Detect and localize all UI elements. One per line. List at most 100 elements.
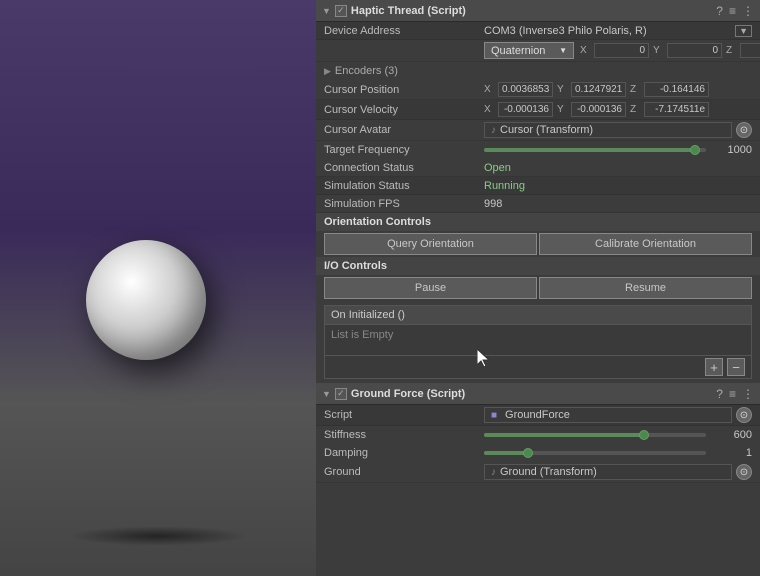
cursor-avatar-select-btn[interactable]: ⊙ (736, 122, 752, 138)
y-label: Y (653, 45, 663, 56)
script-select-btn[interactable]: ⊙ (736, 407, 752, 423)
ground-help-icon[interactable]: ? (716, 387, 723, 401)
device-address-label: Device Address (324, 25, 484, 37)
target-frequency-label: Target Frequency (324, 144, 484, 156)
haptic-collapse-arrow[interactable]: ▼ (322, 6, 331, 16)
vec-z-value[interactable]: 0 (740, 43, 760, 58)
ground-enabled-checkbox[interactable]: ✓ (335, 388, 347, 400)
stiffness-row: Stiffness 600 (316, 426, 760, 444)
stiffness-thumb[interactable] (639, 430, 649, 440)
haptic-more-icon[interactable]: ⋮ (742, 4, 754, 18)
cursor-vel-y[interactable]: -0.000136 (571, 102, 626, 117)
on-initialized-header: On Initialized () (325, 306, 751, 325)
script-value-text: GroundForce (505, 409, 570, 421)
encoders-label: Encoders (3) (335, 65, 398, 77)
connection-status-row: Connection Status Open (316, 159, 760, 177)
damping-row: Damping 1 (316, 444, 760, 462)
cursor-avatar-icon: ♪ (491, 125, 496, 136)
list-empty-label: List is Empty (331, 329, 393, 341)
cursor-velocity-row: Cursor Velocity X -0.000136 Y -0.000136 … (316, 100, 760, 120)
ground-settings-icon[interactable]: ≡ (729, 387, 736, 401)
encoders-arrow[interactable]: ▶ (324, 66, 331, 77)
stiffness-slider[interactable] (484, 433, 706, 437)
damping-fill (484, 451, 528, 455)
cursor-avatar-row: Cursor Avatar ♪ Cursor (Transform) ⊙ (316, 120, 760, 141)
ground-row: Ground ♪ Ground (Transform) ⊙ (316, 462, 760, 483)
sphere-shadow (68, 526, 248, 546)
cursor-position-fields: X 0.0036853 Y 0.1247921 Z -0.164146 (484, 82, 752, 97)
damping-value: 1 (712, 447, 752, 459)
pause-button[interactable]: Pause (324, 277, 537, 299)
ground-component-title: Ground Force (Script) (351, 388, 716, 400)
on-initialized-footer: + − (325, 355, 751, 378)
cursor-position-row: Cursor Position X 0.0036853 Y 0.1247921 … (316, 80, 760, 100)
haptic-settings-icon[interactable]: ≡ (729, 4, 736, 18)
io-buttons-row: Pause Resume (316, 275, 760, 301)
haptic-help-icon[interactable]: ? (716, 4, 723, 18)
vec-x-value[interactable]: 0 (594, 43, 649, 58)
cursor-vel-z[interactable]: -7.174511e (644, 102, 709, 117)
on-initialized-body: List is Empty (325, 325, 751, 355)
simulation-fps-value: 998 (484, 198, 752, 210)
io-controls-header: I/O Controls (316, 257, 760, 275)
resume-button[interactable]: Resume (539, 277, 752, 299)
x-label: X (580, 45, 590, 56)
haptic-component-header: ▼ ✓ Haptic Thread (Script) ? ≡ ⋮ (316, 0, 760, 22)
quaternion-fields: X 0 Y 0 Z 0 W 0 (580, 43, 760, 58)
viewport (0, 0, 316, 576)
stiffness-value: 600 (712, 429, 752, 441)
damping-thumb[interactable] (523, 448, 533, 458)
ground-value: ♪ Ground (Transform) (484, 464, 732, 480)
ground-collapse-arrow[interactable]: ▼ (322, 389, 331, 399)
target-frequency-fill (484, 148, 695, 152)
damping-slider[interactable] (484, 451, 706, 455)
device-address-value: COM3 (Inverse3 Philo Polaris, R) (484, 25, 731, 37)
z-label: Z (726, 45, 736, 56)
stiffness-label: Stiffness (324, 429, 484, 441)
cursor-vel-x[interactable]: -0.000136 (498, 102, 553, 117)
ground-select-btn[interactable]: ⊙ (736, 464, 752, 480)
target-frequency-row: Target Frequency 1000 (316, 141, 760, 159)
cursor-velocity-fields: X -0.000136 Y -0.000136 Z -7.174511e (484, 102, 752, 117)
calibrate-orientation-button[interactable]: Calibrate Orientation (539, 233, 752, 255)
cursor-pos-y[interactable]: 0.1247921 (571, 82, 626, 97)
quaternion-dropdown[interactable]: Quaternion ▼ (484, 42, 574, 59)
remove-event-button[interactable]: − (727, 358, 745, 376)
orientation-controls-header: Orientation Controls (316, 213, 760, 231)
target-frequency-slider[interactable] (484, 148, 706, 152)
stiffness-fill (484, 433, 644, 437)
cursor-avatar-value: ♪ Cursor (Transform) (484, 122, 732, 138)
query-orientation-button[interactable]: Query Orientation (324, 233, 537, 255)
inspector-panel: ▼ ✓ Haptic Thread (Script) ? ≡ ⋮ Device … (316, 0, 760, 576)
script-icon: ■ (491, 410, 497, 421)
cursor-velocity-label: Cursor Velocity (324, 104, 484, 116)
connection-status-label: Connection Status (324, 162, 484, 174)
vec-y-value[interactable]: 0 (667, 43, 722, 58)
cursor-avatar-text: Cursor (Transform) (500, 124, 593, 136)
device-address-row: Device Address COM3 (Inverse3 Philo Pola… (316, 22, 760, 40)
ground-icon: ♪ (491, 467, 496, 478)
haptic-enabled-checkbox[interactable]: ✓ (335, 5, 347, 17)
simulation-status-value: Running (484, 180, 752, 192)
ground-more-icon[interactable]: ⋮ (742, 387, 754, 401)
quaternion-row: Quaternion ▼ X 0 Y 0 Z 0 W 0 (316, 40, 760, 62)
script-value: ■ GroundForce (484, 407, 732, 423)
sphere-container (86, 240, 206, 360)
cursor-avatar-label: Cursor Avatar (324, 124, 484, 136)
device-dropdown-arrow[interactable]: ▼ (735, 25, 752, 37)
3d-sphere (86, 240, 206, 360)
simulation-status-row: Simulation Status Running (316, 177, 760, 195)
simulation-status-label: Simulation Status (324, 180, 484, 192)
damping-label: Damping (324, 447, 484, 459)
add-event-button[interactable]: + (705, 358, 723, 376)
connection-status-value: Open (484, 162, 752, 174)
ground-component-header: ▼ ✓ Ground Force (Script) ? ≡ ⋮ (316, 383, 760, 405)
orientation-buttons-row: Query Orientation Calibrate Orientation (316, 231, 760, 257)
quaternion-dropdown-arrow: ▼ (559, 46, 567, 55)
target-frequency-thumb[interactable] (690, 145, 700, 155)
cursor-pos-z[interactable]: -0.164146 (644, 82, 709, 97)
ground-value-text: Ground (Transform) (500, 466, 597, 478)
cursor-pos-x[interactable]: 0.0036853 (498, 82, 553, 97)
haptic-component-title: Haptic Thread (Script) (351, 5, 716, 17)
ground-label: Ground (324, 466, 484, 478)
